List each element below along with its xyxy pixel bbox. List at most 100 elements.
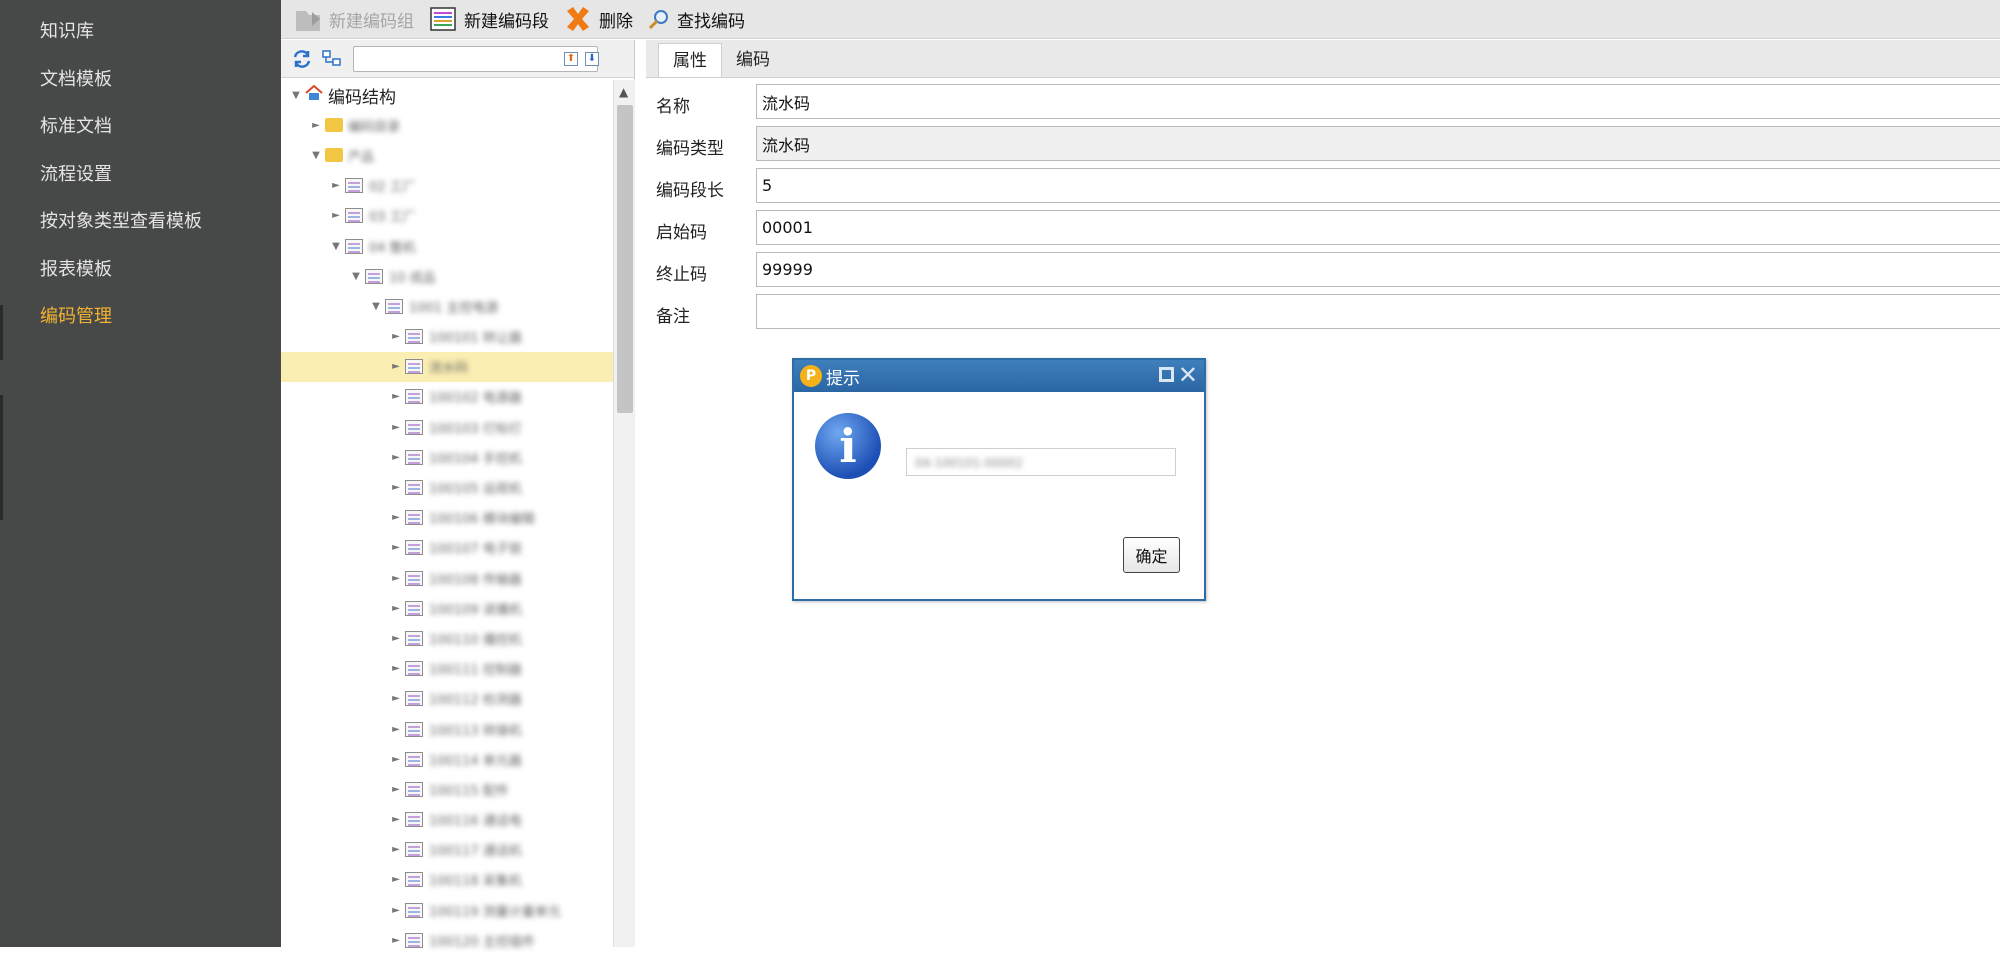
new-code-segment-button[interactable]: 新建编码段	[428, 0, 549, 39]
tree-node-label: 04 整机	[369, 240, 416, 256]
expand-arrow-icon[interactable]: ►	[389, 603, 403, 614]
delete-button[interactable]: 删除	[563, 0, 633, 39]
tree-node[interactable]: ► 100109 读播机	[281, 593, 613, 623]
nav-item-knowledge-base[interactable]: 知识库	[0, 8, 281, 56]
tree-node-selected[interactable]: ► 流水码	[281, 351, 613, 382]
tree-node-label: 100115 配件	[429, 783, 509, 799]
tree-node[interactable]: ► 100108 传输器	[281, 563, 613, 593]
tree-node[interactable]: ► 100104 手控机	[281, 442, 613, 472]
tree-node[interactable]: ▼ 产品	[281, 140, 613, 170]
dialog-titlebar[interactable]: P 提示 ✕	[794, 360, 1204, 392]
nav-item-workflow-settings[interactable]: 流程设置	[0, 151, 281, 199]
tree-node[interactable]: ► 100101 转让器	[281, 322, 613, 352]
refresh-icon[interactable]	[289, 47, 315, 71]
nav-edge-marker	[0, 395, 3, 520]
expand-arrow-icon[interactable]: ▼	[289, 90, 303, 101]
tree-node[interactable]: ▼ 10 成品	[281, 261, 613, 291]
tree-node-label: 100103 灯标灯	[429, 421, 522, 437]
expand-arrow-icon[interactable]: ►	[389, 754, 403, 765]
ok-button[interactable]: 确定	[1123, 537, 1180, 573]
expand-arrow-icon[interactable]: ►	[309, 120, 323, 131]
expand-arrow-icon[interactable]: ►	[389, 905, 403, 916]
expand-arrow-icon[interactable]: ►	[389, 844, 403, 855]
tree-node[interactable]: ► 100115 配件	[281, 774, 613, 804]
tree-node[interactable]: ► 100112 检测器	[281, 684, 613, 714]
expand-arrow-icon[interactable]: ►	[389, 573, 403, 584]
expand-arrow-icon[interactable]: ►	[389, 724, 403, 735]
find-code-button[interactable]: 查找编码	[647, 0, 745, 39]
tree-node[interactable]: ► 100117 通话机	[281, 835, 613, 865]
note-field[interactable]	[756, 294, 2000, 329]
tree-node[interactable]: ► 100120 主控插件	[281, 925, 613, 955]
expand-arrow-icon[interactable]: ►	[389, 452, 403, 463]
close-icon[interactable]: ✕	[1178, 361, 1198, 389]
tab-codes[interactable]: 编码	[722, 43, 784, 77]
tree-node[interactable]: ► 100116 通话电	[281, 805, 613, 835]
expand-arrow-icon[interactable]: ►	[389, 422, 403, 433]
toolbar: 新建编码组 新建编码段 删除 查找编码	[281, 0, 2000, 39]
tree-node[interactable]: ► 03 工厂	[281, 201, 613, 231]
nav-item-templates-by-object-type[interactable]: 按对象类型查看模板	[0, 198, 281, 246]
maximize-icon[interactable]	[1159, 367, 1174, 382]
tree-node[interactable]: ▼ 04 整机	[281, 231, 613, 261]
find-code-label: 查找编码	[677, 11, 745, 32]
tree-node[interactable]: ► 100110 播控机	[281, 623, 613, 653]
new-code-group-button[interactable]: 新建编码组	[293, 0, 414, 39]
scroll-up-arrow-icon[interactable]: ▲	[619, 85, 628, 99]
start-code-field[interactable]	[756, 210, 2000, 245]
expand-arrow-icon[interactable]: ►	[389, 693, 403, 704]
tree-node[interactable]: ► 100106 模块编辑	[281, 503, 613, 533]
code-type-field[interactable]	[756, 126, 2000, 161]
info-dialog: P 提示 ✕ i 04-100101-00002 确定	[792, 358, 1206, 601]
code-segment-icon	[405, 630, 423, 646]
expand-arrow-icon[interactable]: ►	[389, 663, 403, 674]
tree-node[interactable]: ► 100119 测量计量单元	[281, 895, 613, 925]
expand-arrow-icon[interactable]: ►	[389, 331, 403, 342]
tree-node[interactable]: ► 编码目录	[281, 110, 613, 140]
tree-node[interactable]: ► 100113 转接机	[281, 714, 613, 744]
expand-arrow-icon[interactable]: ►	[389, 633, 403, 644]
nav-item-standard-documents[interactable]: 标准文档	[0, 103, 281, 151]
tree-root[interactable]: ▼ 编码结构	[281, 80, 613, 110]
nav-item-code-management[interactable]: 编码管理	[0, 293, 281, 341]
expand-arrow-icon[interactable]: ►	[389, 542, 403, 553]
tree-node[interactable]: ► 02 工厂	[281, 171, 613, 201]
nav-item-document-templates[interactable]: 文档模板	[0, 56, 281, 104]
tree-node[interactable]: ► 100111 控制器	[281, 654, 613, 684]
tree-node[interactable]: ► 100118 采集机	[281, 865, 613, 895]
tree-node[interactable]: ► 100103 灯标灯	[281, 412, 613, 442]
expand-arrow-icon[interactable]: ►	[389, 935, 403, 946]
name-field[interactable]	[756, 84, 2000, 119]
expand-arrow-icon[interactable]: ►	[389, 361, 403, 372]
collapse-arrow-icon[interactable]: ▼	[329, 241, 343, 252]
tree-scrollbar[interactable]: ▲	[613, 80, 635, 947]
tree-node[interactable]: ► 100102 电源器	[281, 382, 613, 412]
magnifier-icon	[647, 5, 671, 33]
tree-node[interactable]: ▼ 1001 主控电源	[281, 291, 613, 321]
code-segment-icon	[345, 178, 363, 194]
expand-arrow-icon[interactable]: ►	[389, 512, 403, 523]
tab-properties[interactable]: 属性	[658, 43, 722, 77]
expand-arrow-icon[interactable]: ►	[329, 210, 343, 221]
expand-arrow-icon[interactable]: ►	[389, 391, 403, 402]
tree-node[interactable]: ► 100105 运荷机	[281, 472, 613, 502]
search-down-icon[interactable]: ⬇	[585, 51, 599, 66]
nav-item-report-templates[interactable]: 报表模板	[0, 246, 281, 294]
search-up-icon[interactable]: ⬆	[564, 51, 578, 66]
tree-node[interactable]: ► 100114 单元器	[281, 744, 613, 774]
expand-arrow-icon[interactable]: ►	[329, 180, 343, 191]
tree-node[interactable]: ► 100107 电子锁	[281, 533, 613, 563]
collapse-arrow-icon[interactable]: ▼	[369, 301, 383, 312]
expand-arrow-icon[interactable]: ►	[389, 784, 403, 795]
expand-arrow-icon[interactable]: ►	[389, 482, 403, 493]
tree-structure-icon[interactable]	[319, 47, 345, 71]
tree-search-input[interactable]: ⬇ ⬆	[353, 45, 599, 72]
tree-scroll-thumb[interactable]	[617, 105, 633, 413]
expand-arrow-icon[interactable]: ►	[389, 814, 403, 825]
segment-length-field[interactable]	[756, 168, 2000, 203]
collapse-arrow-icon[interactable]: ▼	[349, 271, 363, 282]
collapse-arrow-icon[interactable]: ▼	[309, 150, 323, 161]
code-segment-icon	[365, 268, 383, 284]
expand-arrow-icon[interactable]: ►	[389, 874, 403, 885]
end-code-field[interactable]	[756, 252, 2000, 287]
